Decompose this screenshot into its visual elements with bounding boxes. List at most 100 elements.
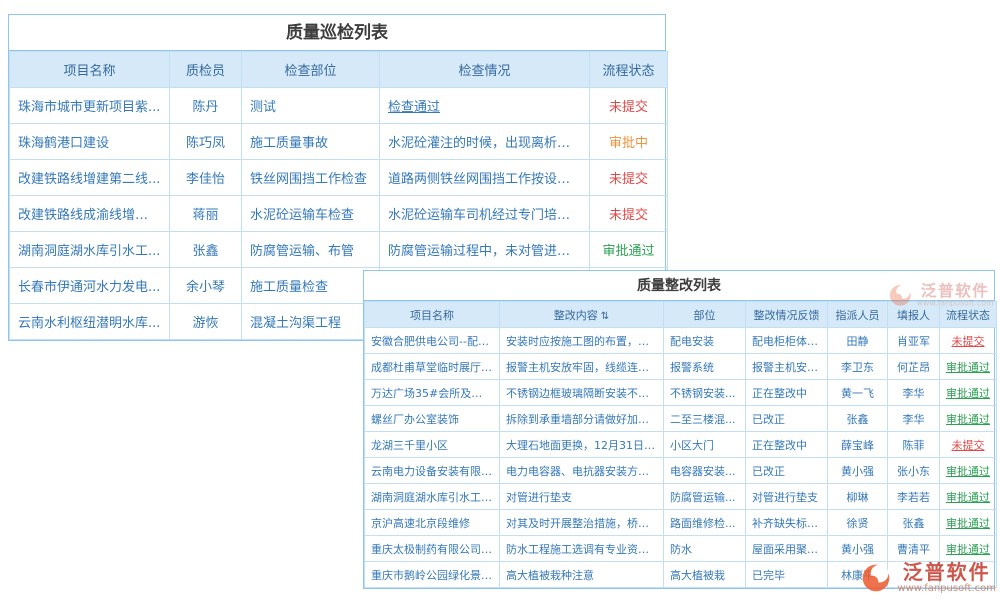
cell-flow-status[interactable]: 审批通过: [940, 536, 997, 562]
cell-inspect-situation[interactable]: 水泥砼运输车司机经过专门培训...: [380, 196, 590, 232]
cell-rectify-content: 对管进行垫支: [500, 484, 664, 510]
cell-project-name[interactable]: 珠海市城市更新项目紫...: [10, 88, 170, 124]
cell-inspector: 陈巧凤: [170, 124, 242, 160]
cell-project-name[interactable]: 改建铁路线成渝线增建第...: [10, 196, 170, 232]
cell-reporter: 何芷昂: [888, 354, 940, 380]
cell-reporter: 张鑫: [888, 510, 940, 536]
watermark: 泛普软件 www.fanpusoft.com: [860, 561, 996, 594]
cell-part: 高大植被栽: [664, 562, 746, 588]
table-row: 成都杜甫草堂临时展厅独立展...报警主机安放牢固，线缆连接...报警系统报警主机…: [365, 354, 997, 380]
table-row: 改建铁路线成渝线增建第...蒋丽水泥砼运输车检查水泥砼运输车司机经过专门培训..…: [10, 196, 668, 232]
cell-rectify-content: 拆除到承重墙部分请做好加固...: [500, 406, 664, 432]
cell-part: 防水: [664, 536, 746, 562]
cell-feedback: 对管进行垫支: [746, 484, 828, 510]
cell-inspector: 余小琴: [170, 268, 242, 304]
watermark-text: 泛普软件 www.fanpusoft.com: [917, 282, 994, 308]
cell-rectify-content: 大理石地面更换，12月31日之...: [500, 432, 664, 458]
cell-flow-status[interactable]: 审批通过: [940, 380, 997, 406]
cell-reporter: 李若若: [888, 484, 940, 510]
inspection-col-inspect-part: 检查部位: [242, 52, 380, 88]
cell-rectify-content: 安装时应按施工图的布置，将...: [500, 328, 664, 354]
cell-project-name[interactable]: 重庆市鹅岭公园绿化景观提升...: [365, 562, 500, 588]
cell-flow-status[interactable]: 审批通过: [940, 354, 997, 380]
cell-inspect-situation[interactable]: 检查通过: [380, 88, 590, 124]
sort-icon[interactable]: ⇅: [601, 311, 609, 322]
cell-rectify-content: 报警主机安放牢固，线缆连接...: [500, 354, 664, 380]
cell-inspect-part: 施工质量事故: [242, 124, 380, 160]
cell-flow-status[interactable]: 审批通过: [590, 232, 668, 268]
cell-project-name[interactable]: 重庆太极制药有限公司毫州中...: [365, 536, 500, 562]
cell-feedback: 配电柜柜体与...: [746, 328, 828, 354]
cell-flow-status[interactable]: 未提交: [940, 432, 997, 458]
cell-flow-status[interactable]: 审批通过: [940, 510, 997, 536]
cell-project-name[interactable]: 云南电力设备安装有限公司20...: [365, 458, 500, 484]
cell-flow-status[interactable]: 未提交: [940, 328, 997, 354]
cell-inspect-part: 水泥砼运输车检查: [242, 196, 380, 232]
cell-project-name[interactable]: 京沪高速北京段维修: [365, 510, 500, 536]
cell-assignee: 徐贤: [828, 510, 888, 536]
cell-rectify-content: 不锈钢边框玻璃隔断安装不平...: [500, 380, 664, 406]
cell-project-name[interactable]: 成都杜甫草堂临时展厅独立展...: [365, 354, 500, 380]
cell-assignee: 李卫东: [828, 354, 888, 380]
cell-inspect-situation[interactable]: 防腐管运输过程中，未对管进行...: [380, 232, 590, 268]
cell-flow-status[interactable]: 未提交: [590, 160, 668, 196]
cell-assignee: 柳琳: [828, 484, 888, 510]
cell-inspect-part: 施工质量检查: [242, 268, 380, 304]
cell-flow-status[interactable]: 审批通过: [940, 406, 997, 432]
table-row: 万达广场35#会所及咖啡厅空...不锈钢边框玻璃隔断安装不平...不锈钢安装..…: [365, 380, 997, 406]
cell-project-name[interactable]: 改建铁路线增建第二线...: [10, 160, 170, 196]
cell-project-name[interactable]: 湖南洞庭湖水库引水工...: [10, 232, 170, 268]
cell-project-name[interactable]: 长春市伊通河水力发电...: [10, 268, 170, 304]
cell-reporter: 陈菲: [888, 432, 940, 458]
cell-inspect-part: 测试: [242, 88, 380, 124]
rectification-table: 项目名称 整改内容⇅ 部位 整改情况反馈 指派人员 填报人 流程状态 安徽合肥供…: [364, 301, 997, 588]
cell-inspector: 张鑫: [170, 232, 242, 268]
cell-flow-status[interactable]: 未提交: [590, 196, 668, 232]
cell-reporter: 肖亚军: [888, 328, 940, 354]
cell-flow-status[interactable]: 审批通过: [940, 484, 997, 510]
cell-project-name[interactable]: 螺丝厂办公室装饰: [365, 406, 500, 432]
cell-project-name[interactable]: 云南水利枢纽潜明水库...: [10, 304, 170, 340]
table-row: 重庆太极制药有限公司毫州中...防水工程施工选调有专业资质...防水屋面采用聚氨…: [365, 536, 997, 562]
cell-project-name[interactable]: 万达广场35#会所及咖啡厅空...: [365, 380, 500, 406]
cell-inspector: 蒋丽: [170, 196, 242, 232]
cell-reporter: 李华: [888, 380, 940, 406]
table-row: 湖南洞庭湖水库引水工程施工标对管进行垫支防腐管运输...对管进行垫支柳琳李若若审…: [365, 484, 997, 510]
table-row: 京沪高速北京段维修对其及时开展整治措施，桥头...路面维修检...补齐缺失标志.…: [365, 510, 997, 536]
rectification-col-project-name: 项目名称: [365, 302, 500, 328]
inspection-header-row: 项目名称 质检员 检查部位 检查情况 流程状态: [10, 52, 668, 88]
cell-project-name[interactable]: 龙湖三千里小区: [365, 432, 500, 458]
inspection-table-title: 质量巡检列表: [9, 15, 665, 51]
cell-flow-status[interactable]: 审批中: [590, 124, 668, 160]
cell-assignee: 黄小强: [828, 536, 888, 562]
cell-flow-status[interactable]: 未提交: [590, 88, 668, 124]
cell-part: 报警系统: [664, 354, 746, 380]
cell-project-name[interactable]: 珠海鹤港口建设: [10, 124, 170, 160]
cell-inspect-situation[interactable]: 水泥砼灌注的时候，出现离析现象: [380, 124, 590, 160]
cell-inspect-part: 防腐管运输、布管: [242, 232, 380, 268]
fanpu-logo-icon: [888, 282, 913, 307]
rectification-col-feedback: 整改情况反馈: [746, 302, 828, 328]
cell-reporter: 李华: [888, 406, 940, 432]
watermark-text: 泛普软件 www.fanpusoft.com: [897, 561, 996, 594]
watermark-brand: 泛普软件: [903, 561, 991, 583]
watermark-brand: 泛普软件: [921, 282, 990, 299]
watermark-faint: 泛普软件 www.fanpusoft.com: [888, 282, 994, 308]
cell-project-name[interactable]: 安徽合肥供电公司--配电设备...: [365, 328, 500, 354]
inspection-col-situation: 检查情况: [380, 52, 590, 88]
table-row: 湖南洞庭湖水库引水工...张鑫防腐管运输、布管防腐管运输过程中，未对管进行...…: [10, 232, 668, 268]
rectification-col-content[interactable]: 整改内容⇅: [500, 302, 664, 328]
rectification-col-part: 部位: [664, 302, 746, 328]
cell-inspect-part: 铁丝网围挡工作检查: [242, 160, 380, 196]
watermark-url: www.fanpusoft.com: [917, 299, 994, 308]
cell-part: 配电安装: [664, 328, 746, 354]
cell-feedback: 报警主机安放...: [746, 354, 828, 380]
cell-feedback: 补齐缺失标志...: [746, 510, 828, 536]
cell-project-name[interactable]: 湖南洞庭湖水库引水工程施工标: [365, 484, 500, 510]
cell-flow-status[interactable]: 审批通过: [940, 458, 997, 484]
cell-feedback: 屋面采用聚氨...: [746, 536, 828, 562]
cell-feedback: 已改正: [746, 458, 828, 484]
cell-inspect-situation[interactable]: 道路两侧铁丝网围挡工作按设计...: [380, 160, 590, 196]
cell-feedback: 正在整改中: [746, 432, 828, 458]
cell-assignee: 黄小强: [828, 458, 888, 484]
